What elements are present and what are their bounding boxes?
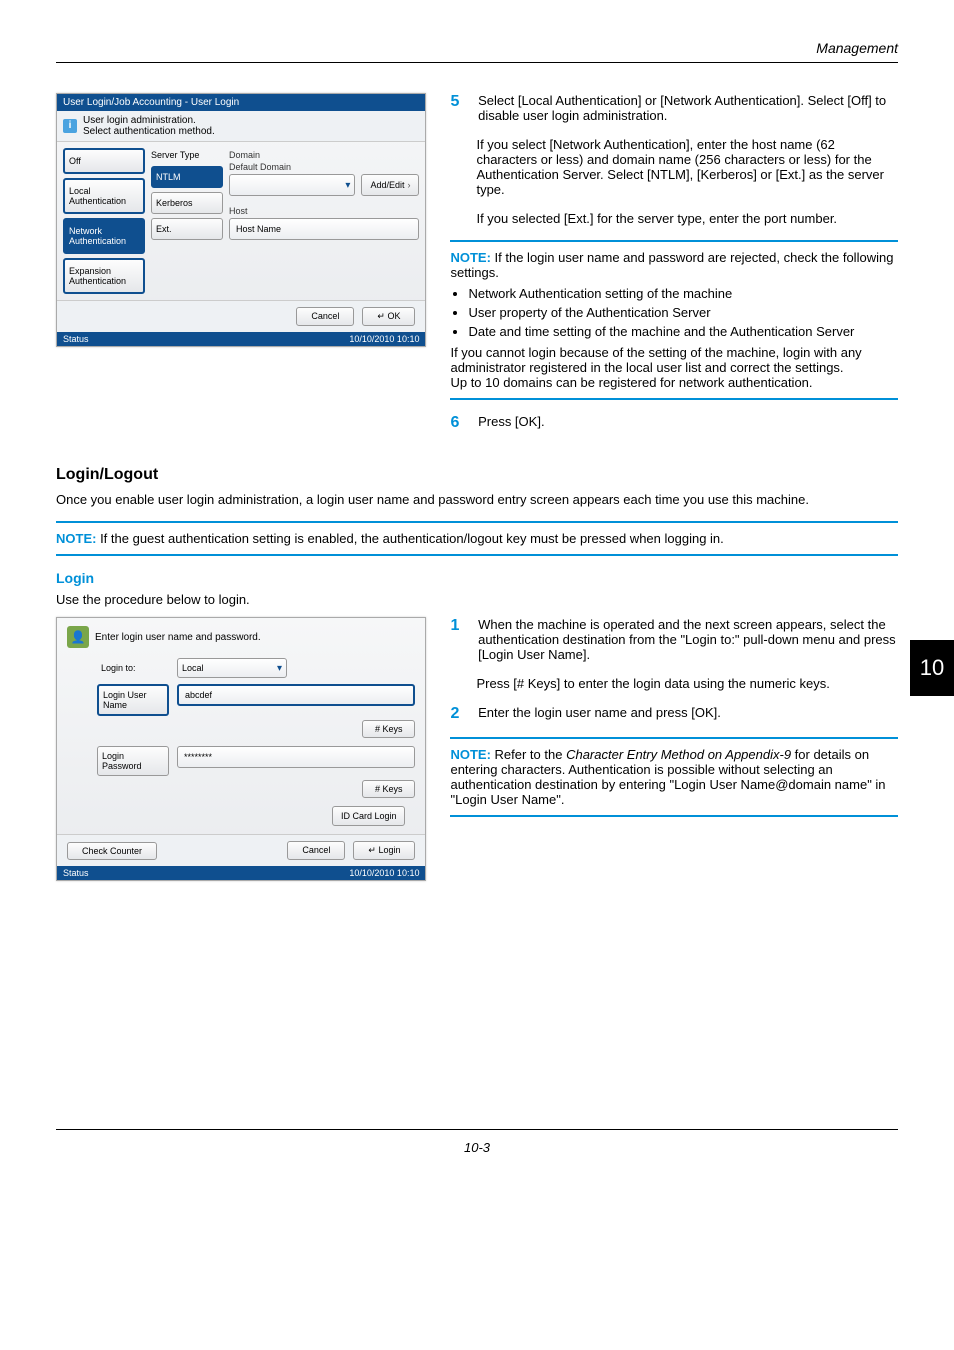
step-2-text: Enter the login user name and press [OK]… [478, 705, 898, 720]
login-password-field[interactable]: ******** [177, 746, 415, 768]
numeric-keys-button-2[interactable]: # Keys [362, 780, 416, 798]
note1-bullet-1: Network Authentication setting of the ma… [468, 286, 898, 301]
chevron-down-icon: ▾ [345, 180, 350, 191]
default-domain-label: Default Domain [229, 162, 419, 172]
screenshot-user-login-settings: User Login/Job Accounting - User Login i… [56, 93, 426, 347]
step-number-1: 1 [450, 617, 474, 635]
screenshot-login-screen: 👤 Enter login user name and password. Lo… [56, 617, 426, 881]
server-type-kerberos[interactable]: Kerberos [151, 192, 223, 214]
step-5-para2: If you select [Network Authentication], … [476, 137, 898, 197]
step-5-para3: If you selected [Ext.] for the server ty… [476, 211, 898, 226]
step-number-6: 6 [450, 414, 474, 432]
login-cancel-button[interactable]: Cancel [287, 841, 345, 860]
note-label: NOTE: [56, 531, 96, 546]
login-password-button[interactable]: Login Password [97, 746, 169, 776]
panel1-sub-text: User login administration. Select authen… [83, 115, 215, 137]
note1-tail2: Up to 10 domains can be registered for n… [450, 375, 898, 390]
chapter-tab: 10 [910, 640, 954, 696]
note-label: NOTE: [450, 250, 490, 265]
page-header-section: Management [56, 40, 898, 63]
page-footer-number: 10-3 [56, 1129, 898, 1155]
info-icon: i [63, 119, 77, 133]
step-1-text-b: Press [# Keys] to enter the login data u… [476, 676, 898, 691]
note-block-1: NOTE: If the login user name and passwor… [450, 240, 898, 400]
chevron-down-icon: ▾ [277, 663, 282, 674]
id-card-login-button[interactable]: ID Card Login [332, 806, 406, 826]
login-logout-intro: Once you enable user login administratio… [56, 492, 898, 507]
status-timestamp: 10/10/2010 10:10 [349, 868, 419, 878]
ok-button[interactable]: ↵ OK [362, 307, 415, 326]
step-1-text-a: When the machine is operated and the nex… [478, 617, 898, 662]
status-label: Status [63, 868, 89, 878]
host-label: Host [229, 206, 419, 216]
panel1-titlebar: User Login/Job Accounting - User Login [57, 94, 425, 111]
note-block-2: NOTE: If the guest authentication settin… [56, 521, 898, 556]
option-local-auth[interactable]: Local Authentication [63, 178, 145, 214]
login-to-label: Login to: [97, 658, 169, 678]
login-subheading: Login [56, 570, 898, 586]
login-sub-intro: Use the procedure below to login. [56, 592, 898, 607]
step-number-2: 2 [450, 705, 474, 723]
check-counter-button[interactable]: Check Counter [67, 842, 157, 860]
login-user-name-field[interactable]: abcdef [177, 684, 415, 706]
login-panel-heading: Enter login user name and password. [95, 632, 261, 643]
note-block-3: NOTE: Refer to the Character Entry Metho… [450, 737, 898, 817]
host-name-field[interactable]: Host Name [229, 218, 419, 240]
step-6-text: Press [OK]. [478, 414, 898, 429]
note1-tail1: If you cannot login because of the setti… [450, 345, 898, 375]
chevron-right-icon: › [407, 180, 410, 190]
domain-dropdown[interactable]: ▾ [229, 174, 355, 196]
server-type-ntlm[interactable]: NTLM [151, 166, 223, 188]
add-edit-button[interactable]: Add/Edit› [361, 174, 419, 196]
numeric-keys-button-1[interactable]: # Keys [362, 720, 416, 738]
login-user-name-button[interactable]: Login User Name [97, 684, 169, 716]
option-network-auth[interactable]: Network Authentication [63, 218, 145, 254]
step-5-text: Select [Local Authentication] or [Networ… [478, 93, 898, 123]
note-label: NOTE: [450, 747, 490, 762]
status-timestamp: 10/10/2010 10:10 [349, 334, 419, 344]
server-type-label: Server Type [151, 148, 223, 162]
step-number-5: 5 [450, 93, 474, 111]
cancel-button[interactable]: Cancel [296, 307, 354, 326]
login-button[interactable]: ↵ Login [353, 841, 415, 860]
option-off[interactable]: Off [63, 148, 145, 174]
status-label: Status [63, 334, 89, 344]
option-expansion-auth[interactable]: Expansion Authentication [63, 258, 145, 294]
login-to-dropdown[interactable]: Local ▾ [177, 658, 287, 678]
note1-bullet-3: Date and time setting of the machine and… [468, 324, 898, 339]
enter-icon: ↵ [377, 311, 387, 321]
server-type-ext[interactable]: Ext. [151, 218, 223, 240]
domain-label: Domain [229, 150, 419, 160]
enter-icon: ↵ [368, 845, 378, 855]
login-logout-heading: Login/Logout [56, 466, 898, 484]
login-user-icon: 👤 [67, 626, 89, 648]
note1-bullet-2: User property of the Authentication Serv… [468, 305, 898, 320]
